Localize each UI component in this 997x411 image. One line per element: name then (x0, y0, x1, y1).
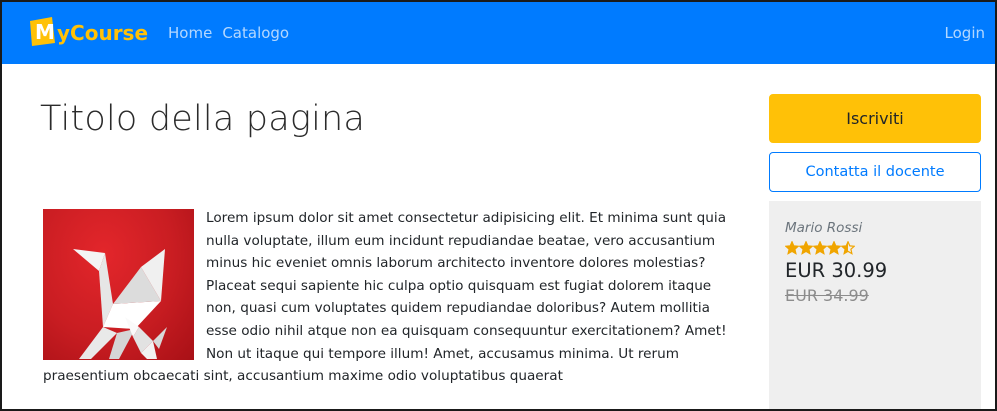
star-half-icon (841, 241, 855, 255)
star-icon (813, 241, 827, 255)
star-icon (827, 241, 841, 255)
origami-bird-image (43, 209, 194, 360)
brand-initial: M (35, 20, 55, 44)
brand-logo[interactable]: M yCourse (30, 13, 148, 53)
rating-stars (785, 240, 965, 256)
course-sidebar: Iscriviti Contatta il docente Mario Ross… (769, 94, 981, 409)
brand-logo-mark: M (30, 17, 56, 46)
course-info-box: Mario Rossi EUR 30.99 EUR 34.99 (769, 201, 981, 409)
nav-link-home[interactable]: Home (168, 24, 212, 42)
nav-link-login[interactable]: Login (945, 24, 985, 42)
course-description: Lorem ipsum dolor sit amet consectetur a… (43, 207, 742, 388)
brand-name: yCourse (57, 21, 149, 45)
teacher-name: Mario Rossi (785, 220, 863, 236)
contact-teacher-button[interactable]: Contatta il docente (769, 152, 981, 192)
navbar: M yCourse Home Catalogo Login (2, 2, 995, 64)
star-icon (785, 241, 799, 255)
page-title: Titolo della pagina (40, 99, 366, 139)
subscribe-button[interactable]: Iscriviti (769, 94, 981, 143)
star-icon (799, 241, 813, 255)
nav-link-catalogo[interactable]: Catalogo (222, 24, 289, 42)
full-price: EUR 34.99 (785, 286, 869, 305)
app-frame: M yCourse Home Catalogo Login Titolo del… (0, 0, 997, 411)
current-price: EUR 30.99 (785, 259, 888, 282)
